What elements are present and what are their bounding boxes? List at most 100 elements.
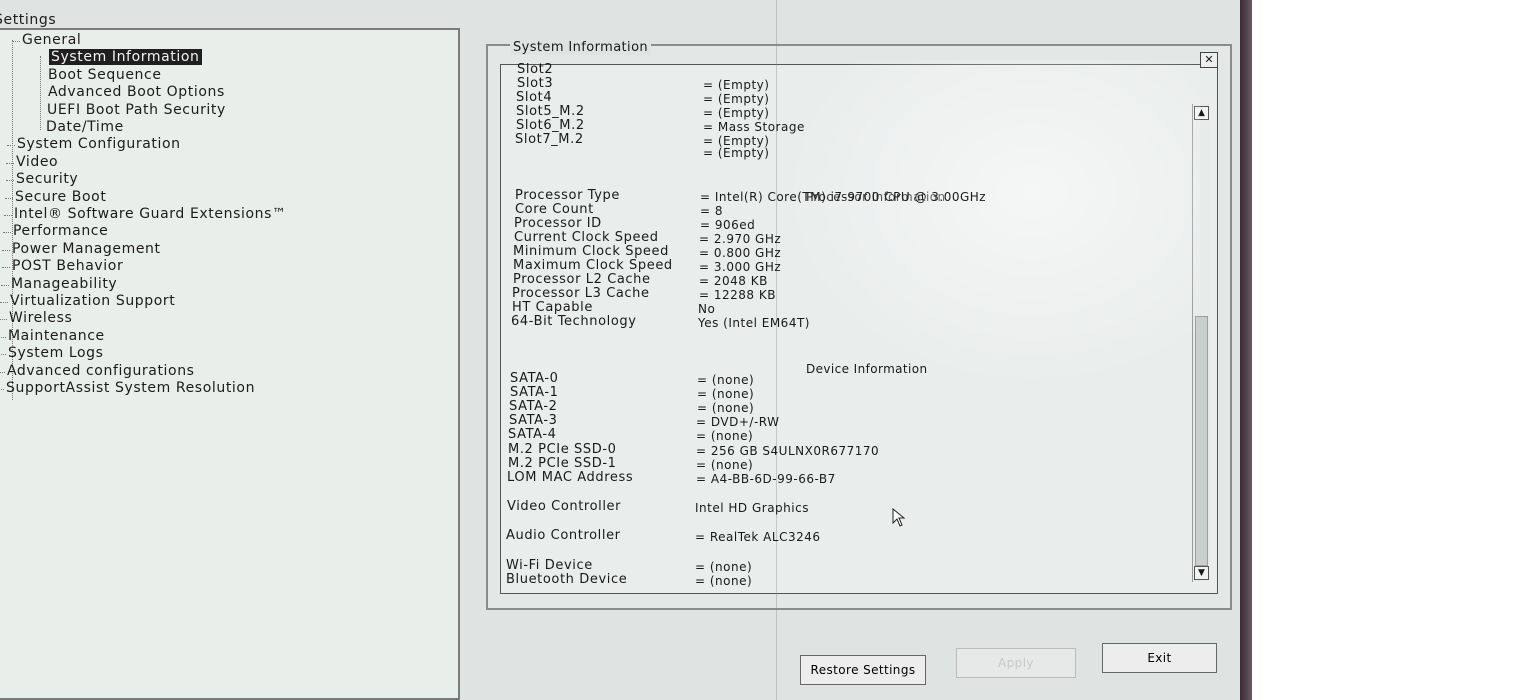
device-info-heading: Device Information	[806, 362, 928, 376]
info-row-value: = DVD+/-RW	[696, 415, 780, 429]
restore-settings-button[interactable]: Restore Settings	[800, 655, 926, 685]
tree-item-system-logs[interactable]: System Logs	[8, 345, 104, 361]
info-row-label: HT Capable	[512, 300, 593, 315]
info-row-value: = 12288 KB	[699, 288, 776, 302]
tree-branch-line	[3, 232, 11, 233]
tree-item-post-behavior[interactable]: POST Behavior	[12, 258, 123, 274]
info-row-label: Audio Controller	[506, 528, 621, 543]
tree-item-secure-boot[interactable]: Secure Boot	[15, 189, 106, 205]
tree-item-supportassist-system-resolution[interactable]: SupportAssist System Resolution	[6, 380, 255, 396]
info-row-value: = (none)	[697, 373, 755, 387]
info-row-label: Bluetooth Device	[506, 572, 628, 587]
tree-item-manageability[interactable]: Manageability	[11, 276, 117, 292]
tree-branch-line	[7, 145, 15, 146]
tree-item-maintenance[interactable]: Maintenance	[8, 328, 105, 344]
tree-branch-line	[2, 267, 10, 268]
tree-branch-line	[0, 354, 6, 355]
info-row-label: Current Clock Speed	[514, 230, 659, 245]
info-row-value: = (Empty)	[703, 92, 770, 106]
info-row-label: SATA-1	[510, 385, 559, 400]
info-row-label: Slot4	[516, 90, 553, 105]
bios-screen: Settings System Information ✕ ▲ ▼ Proces…	[0, 0, 1242, 700]
info-row-value: = 906ed	[700, 218, 756, 232]
info-row-label: Slot2	[517, 62, 554, 77]
tree-item-performance[interactable]: Performance	[13, 223, 108, 239]
tree-item-video[interactable]: Video	[16, 154, 58, 170]
tree-item-wireless[interactable]: Wireless	[9, 310, 72, 326]
info-row-value: = (Empty)	[703, 78, 770, 92]
info-row-value: = (Empty)	[703, 146, 770, 160]
info-row-label: Processor ID	[514, 216, 602, 231]
info-row-label: Minimum Clock Speed	[513, 244, 669, 259]
tree-branch-line	[4, 215, 12, 216]
info-row-label: Maximum Clock Speed	[513, 258, 673, 273]
tree-item-virtualization-support[interactable]: Virtualization Support	[10, 293, 175, 309]
info-row-value: = A4-BB-6D-99-66-B7	[696, 472, 836, 486]
tree-branch-line	[0, 372, 5, 373]
info-row-label: Core Count	[515, 202, 594, 217]
close-icon[interactable]: ✕	[1200, 52, 1218, 68]
info-list-box[interactable]	[500, 64, 1218, 594]
mouse-cursor-icon	[892, 508, 906, 527]
info-row-value: = Mass Storage	[703, 120, 805, 134]
info-row-label: Slot5_M.2	[516, 104, 585, 119]
info-row-value: = (Empty)	[703, 106, 770, 120]
apply-button[interactable]: Apply	[956, 648, 1076, 678]
info-row-value: = (none)	[696, 458, 754, 472]
scroll-thumb[interactable]	[1195, 316, 1208, 566]
tree-item-security[interactable]: Security	[16, 171, 78, 187]
tree-branch-line	[6, 180, 14, 181]
info-row-label: SATA-2	[509, 399, 558, 414]
info-row-value: = 2048 KB	[699, 274, 768, 288]
tree-branch-line	[0, 337, 6, 338]
tree-branch-line	[0, 302, 8, 303]
tree-item-uefi-boot-path-security[interactable]: UEFI Boot Path Security	[47, 102, 226, 118]
tree-root-settings[interactable]: Settings	[0, 12, 56, 28]
tree-branch-line	[12, 41, 20, 42]
info-row-label: SATA-0	[510, 371, 559, 386]
info-row-label: LOM MAC Address	[507, 470, 634, 485]
panel-title: System Information	[510, 40, 652, 55]
info-row-label: Slot6_M.2	[516, 118, 585, 133]
tree-branch-line	[2, 250, 10, 251]
tree-item-date-time[interactable]: Date/Time	[46, 119, 124, 135]
scroll-up-icon[interactable]: ▲	[1194, 106, 1209, 120]
info-row-value: = 0.800 GHz	[699, 246, 782, 260]
tree-item-power-management[interactable]: Power Management	[12, 241, 161, 257]
tree-branch-line	[0, 319, 7, 320]
info-row-label: M.2 PCIe SSD-1	[508, 456, 617, 471]
tree-item-advanced-configurations[interactable]: Advanced configurations	[7, 363, 195, 379]
info-row-label: Slot7_M.2	[515, 132, 584, 147]
tree-branch-line	[6, 163, 14, 164]
scroll-down-icon[interactable]: ▼	[1194, 566, 1209, 580]
info-row-label: Processor L2 Cache	[513, 272, 651, 287]
info-row-value: = (none)	[696, 429, 754, 443]
info-row-value: Intel HD Graphics	[695, 501, 809, 515]
info-row-label: Video Controller	[507, 499, 622, 514]
info-row-value: = (none)	[697, 401, 755, 415]
screen-seam	[776, 0, 777, 700]
tree-item-boot-sequence[interactable]: Boot Sequence	[48, 67, 162, 83]
info-row-label: SATA-3	[509, 413, 558, 428]
tree-branch-line	[5, 198, 13, 199]
tree-item-advanced-boot-options[interactable]: Advanced Boot Options	[48, 84, 225, 100]
info-row-value: = 2.970 GHz	[699, 232, 782, 246]
tree-item-intel-software-guard-extensions[interactable]: Intel® Software Guard Extensions™	[14, 206, 287, 222]
info-row-label: SATA-4	[508, 427, 557, 442]
tree-item-general[interactable]: General	[22, 32, 81, 48]
exit-button[interactable]: Exit	[1102, 643, 1217, 673]
info-row-value: Yes (Intel EM64T)	[698, 316, 810, 330]
tree-branch-line	[0, 389, 4, 390]
info-row-value: = Intel(R) Core(TM) i7-9700 CPU @ 3.00GH…	[700, 190, 987, 204]
tree-branch-line	[1, 285, 9, 286]
info-row-label: 64-Bit Technology	[511, 314, 637, 329]
info-row-value: No	[698, 302, 716, 316]
vertical-scrollbar[interactable]: ▲ ▼	[1192, 104, 1210, 582]
tree-item-system-configuration[interactable]: System Configuration	[17, 136, 181, 152]
tree-item-system-information[interactable]: System Information	[49, 49, 202, 65]
info-row-value: = (none)	[695, 574, 753, 588]
info-row-label: Wi-Fi Device	[506, 558, 593, 573]
info-row-value: = (none)	[695, 560, 753, 574]
info-row-label: Processor L3 Cache	[512, 286, 650, 301]
info-row-value: = 3.000 GHz	[699, 260, 782, 274]
